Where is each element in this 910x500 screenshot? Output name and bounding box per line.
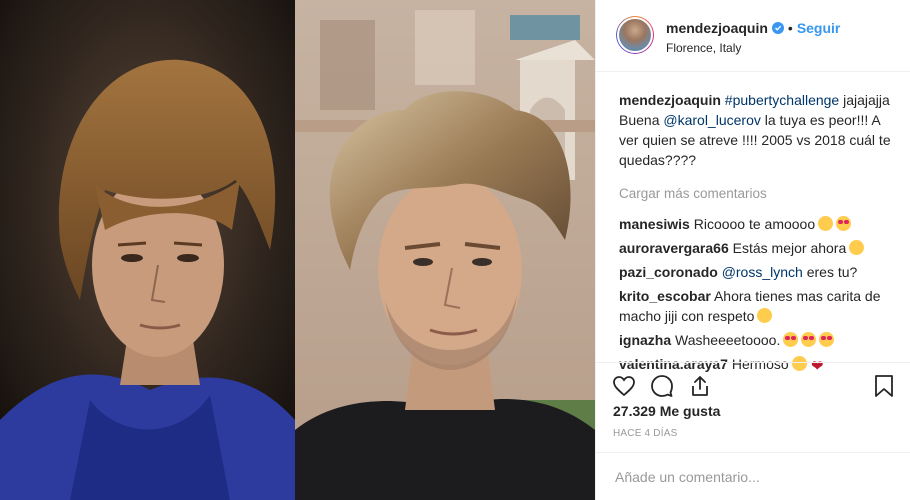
instagram-post: mendezjoaquin • Seguir Florence, Italy m… xyxy=(0,0,910,500)
comment-text: eres tu? xyxy=(802,264,858,280)
caption: mendezjoaquin #pubertychallenge jajajajj… xyxy=(619,90,894,170)
separator-dot: • xyxy=(787,20,793,36)
comment-username[interactable]: auroravergara66 xyxy=(619,240,729,256)
photo-adult xyxy=(295,0,595,500)
header-text: mendezjoaquin • Seguir Florence, Italy xyxy=(666,16,840,55)
comment-text: Estás mejor ahora xyxy=(732,240,847,256)
post-time[interactable]: HACE 4 DÍAS xyxy=(613,428,677,439)
comment-mention-link[interactable]: @ross_lynch xyxy=(722,264,803,280)
photo-adult-illustration xyxy=(295,0,595,500)
comment-text: Ricoooo te amoooo xyxy=(693,216,816,232)
verified-badge-icon xyxy=(771,22,784,34)
header-username[interactable]: mendezjoaquin xyxy=(666,20,768,36)
likes-count[interactable]: 27.329 Me gusta xyxy=(613,403,720,419)
comment-icon[interactable] xyxy=(650,374,674,398)
kiss-face-icon xyxy=(818,216,834,231)
location-link[interactable]: Florence, Italy xyxy=(666,41,840,55)
comment-username[interactable]: manesiwis xyxy=(619,216,690,232)
avatar[interactable] xyxy=(617,17,653,53)
action-bar xyxy=(596,362,910,402)
photo-young xyxy=(0,0,295,500)
add-comment-input[interactable] xyxy=(613,467,893,486)
caption-username[interactable]: mendezjoaquin xyxy=(619,92,721,108)
heart-eyes-icon xyxy=(783,332,799,347)
share-icon[interactable] xyxy=(688,374,712,398)
mention-link[interactable]: @karol_lucerov xyxy=(663,112,760,128)
comment-item: ignazha Washeeeetoooo. xyxy=(619,330,894,350)
heart-outline-icon[interactable] xyxy=(612,374,636,398)
comments-section: mendezjoaquin #pubertychallenge jajajajj… xyxy=(596,72,910,374)
wink-face-icon xyxy=(849,240,865,255)
comment-username[interactable]: ignazha xyxy=(619,332,671,348)
comment-item: krito_escobar Ahora tienes mas carita de… xyxy=(619,286,894,326)
post-image[interactable] xyxy=(0,0,595,500)
post-header: mendezjoaquin • Seguir Florence, Italy xyxy=(596,0,910,72)
heart-eyes-icon xyxy=(819,332,835,347)
comment-item: auroravergara66 Estás mejor ahora xyxy=(619,238,894,258)
comment-item: pazi_coronado @ross_lynch eres tu? xyxy=(619,262,894,282)
hashtag-link[interactable]: #pubertychallenge xyxy=(725,92,839,108)
comment-item: manesiwis Ricoooo te amoooo xyxy=(619,214,894,234)
load-more-comments-button[interactable]: Cargar más comentarios xyxy=(619,184,894,204)
bookmark-icon[interactable] xyxy=(872,374,896,398)
story-ring[interactable] xyxy=(616,16,654,54)
comment-username[interactable]: pazi_coronado xyxy=(619,264,718,280)
header-row: mendezjoaquin • Seguir xyxy=(666,20,840,36)
post-sidebar: mendezjoaquin • Seguir Florence, Italy m… xyxy=(595,0,910,500)
follow-button[interactable]: Seguir xyxy=(797,20,841,36)
smile-face-icon xyxy=(757,308,773,323)
photo-young-illustration xyxy=(0,0,295,500)
comment-username[interactable]: krito_escobar xyxy=(619,288,711,304)
comment-text: Washeeeetoooo. xyxy=(675,332,781,348)
add-comment-bar xyxy=(596,452,910,500)
heart-eyes-icon xyxy=(836,216,852,231)
heart-eyes-icon xyxy=(801,332,817,347)
